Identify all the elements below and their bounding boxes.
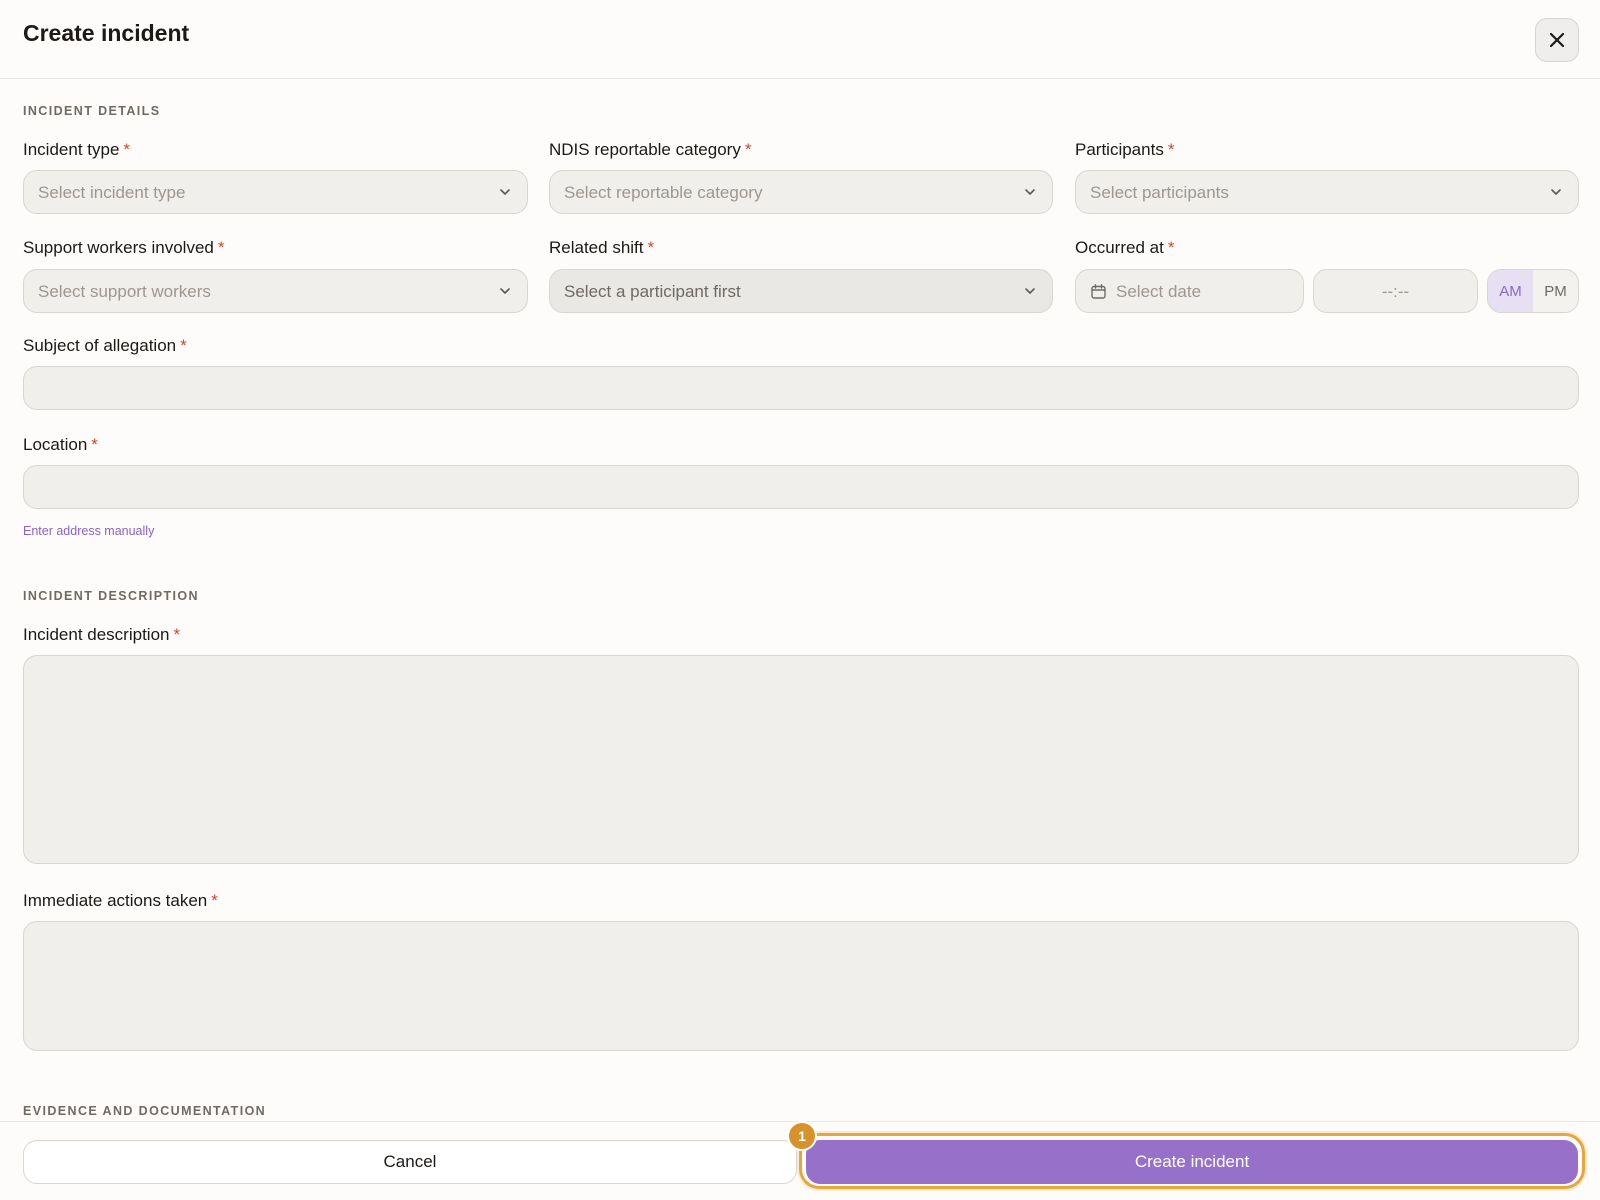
chevron-down-icon: [1551, 189, 1561, 195]
incident-type-select[interactable]: Select incident type: [23, 170, 528, 214]
incident-type-label: Incident type *: [23, 140, 131, 159]
section-title-incident-description: INCIDENT DESCRIPTION: [23, 589, 199, 603]
immediate-actions-label: Immediate actions taken *: [23, 891, 218, 910]
enter-address-manually-link[interactable]: Enter address manually: [23, 524, 154, 538]
subject-of-allegation-input[interactable]: [23, 366, 1579, 410]
location-input[interactable]: [23, 465, 1579, 509]
related-shift-select[interactable]: Select a participant first: [549, 269, 1053, 313]
occurred-time-input[interactable]: --:--: [1313, 269, 1478, 313]
step-badge: 1: [787, 1121, 817, 1151]
support-workers-select[interactable]: Select support workers: [23, 269, 528, 313]
cancel-button[interactable]: Cancel: [23, 1140, 797, 1184]
related-shift-placeholder: Select a participant first: [564, 282, 741, 301]
occurred-date-placeholder: Select date: [1116, 282, 1202, 301]
ndis-category-label: NDIS reportable category *: [549, 140, 752, 159]
am-pm-toggle: AM PM: [1487, 269, 1579, 313]
occurred-at-label: Occurred at *: [1075, 238, 1175, 257]
participants-select[interactable]: Select participants: [1075, 170, 1579, 214]
occurred-date-picker[interactable]: Select date: [1075, 269, 1304, 313]
calendar-icon: [1091, 284, 1106, 299]
subject-of-allegation-label: Subject of allegation *: [23, 336, 187, 355]
am-button[interactable]: AM: [1488, 270, 1533, 312]
chevron-down-icon: [500, 288, 510, 294]
incident-type-placeholder: Select incident type: [38, 183, 186, 202]
close-button[interactable]: [1535, 18, 1579, 62]
dialog-title: Create incident: [23, 20, 190, 46]
participants-placeholder: Select participants: [1090, 183, 1229, 202]
incident-description-textarea[interactable]: [23, 655, 1579, 864]
ndis-category-select[interactable]: Select reportable category: [549, 170, 1053, 214]
section-title-incident-details: INCIDENT DETAILS: [23, 104, 161, 118]
ndis-category-placeholder: Select reportable category: [564, 183, 763, 202]
chevron-down-icon: [1025, 189, 1035, 195]
create-incident-dialog: Create incident INCIDENT DETAILS Inciden…: [0, 0, 1600, 1200]
incident-description-label: Incident description *: [23, 625, 181, 644]
participants-label: Participants *: [1075, 140, 1175, 159]
immediate-actions-textarea[interactable]: [23, 921, 1579, 1051]
close-icon: [1549, 32, 1565, 48]
create-incident-button[interactable]: Create incident: [806, 1140, 1578, 1184]
section-title-evidence: EVIDENCE AND DOCUMENTATION: [23, 1104, 267, 1118]
related-shift-label: Related shift *: [549, 238, 655, 257]
occurred-time-placeholder: --:--: [1381, 282, 1410, 301]
location-label: Location *: [23, 435, 98, 454]
support-workers-placeholder: Select support workers: [38, 282, 211, 301]
dialog-header: Create incident: [0, 0, 1600, 79]
support-workers-label: Support workers involved *: [23, 238, 225, 257]
pm-button[interactable]: PM: [1533, 270, 1578, 312]
chevron-down-icon: [500, 189, 510, 195]
chevron-down-icon: [1025, 288, 1035, 294]
